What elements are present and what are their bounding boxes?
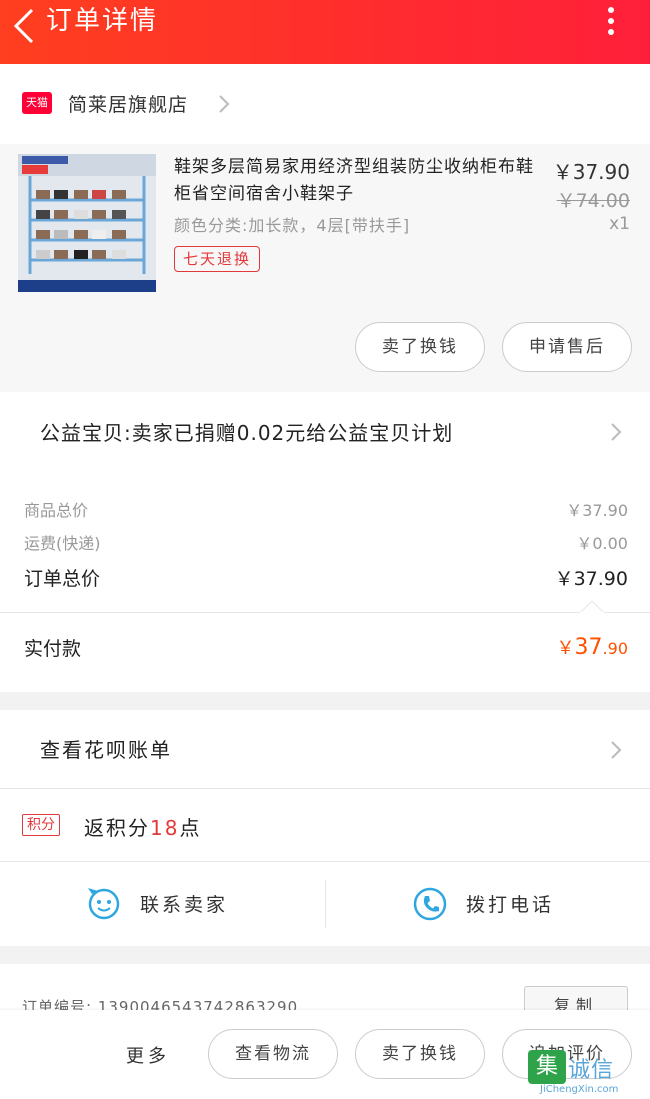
item-original-price: ￥74.00	[556, 190, 630, 212]
tmall-badge: 天猫	[22, 92, 52, 114]
more-button[interactable]: 更多	[126, 1042, 170, 1068]
return-policy-tag: 七天退换	[174, 246, 261, 272]
paid-label: 实付款	[24, 638, 82, 660]
caret-up-icon	[580, 600, 604, 613]
points-text: 返积分18点	[84, 812, 201, 841]
sell-button-bottom[interactable]: 卖了换钱	[355, 1029, 485, 1079]
shop-name[interactable]: 简莱居旗舰店	[68, 90, 188, 117]
contact-seller-button[interactable]: 联系卖家	[140, 890, 228, 917]
item-sku: 颜色分类:加长款，4层[带扶手]	[174, 216, 411, 235]
shipping-row: 运费(快递) ￥0.00	[24, 530, 628, 554]
header-bar: 订单详情	[0, 0, 650, 64]
item-quantity: x1	[609, 214, 630, 234]
back-icon[interactable]	[10, 6, 40, 46]
watermark-en: JiChengXin.com	[540, 1084, 619, 1095]
item-title[interactable]: 鞋架多层简易家用经济型组装防尘收纳柜布鞋柜省空间宿舍小鞋架子	[174, 154, 534, 208]
page-title: 订单详情	[46, 6, 159, 36]
product-thumbnail[interactable]	[18, 154, 156, 292]
call-phone-button[interactable]: 拨打电话	[466, 890, 554, 917]
charity-text: 公益宝贝:卖家已捐赠0.02元给公益宝贝计划	[40, 421, 454, 445]
order-total-label: 订单总价	[24, 568, 101, 590]
goods-total-label: 商品总价	[24, 501, 89, 520]
chevron-right-icon	[611, 741, 622, 759]
goods-total-value: ￥37.90	[566, 501, 628, 520]
watermark-cn: 诚信	[568, 1058, 615, 1083]
chat-bubble-icon[interactable]	[86, 886, 122, 922]
paid-main: 37	[574, 635, 603, 660]
item-price: ￥37.90	[552, 160, 630, 184]
view-logistics-button[interactable]: 查看物流	[208, 1029, 338, 1079]
paid-amount: ￥37.90	[557, 634, 628, 660]
points-badge: 积分	[22, 814, 60, 836]
shipping-value: ￥0.00	[576, 534, 628, 553]
watermark-logo: 集 诚信 JiChengXin.com	[528, 1050, 650, 1099]
after-sale-button[interactable]: 申请售后	[502, 322, 632, 372]
order-total-row: 订单总价 ￥37.90	[24, 564, 628, 592]
paid-row: 实付款 ￥37.90	[24, 634, 628, 666]
order-total-value: ￥37.90	[554, 568, 628, 590]
more-vertical-icon[interactable]	[606, 4, 616, 40]
points-amount: 18	[150, 816, 180, 840]
phone-icon[interactable]	[412, 886, 448, 922]
shoe-rack-image	[18, 154, 156, 292]
huabei-text: 查看花呗账单	[40, 738, 172, 762]
watermark-box: 集	[528, 1050, 566, 1084]
divider	[325, 880, 326, 928]
divider	[0, 612, 650, 613]
chevron-right-icon	[611, 423, 622, 441]
points-suffix: 点	[179, 816, 202, 840]
shipping-label: 运费(快递)	[24, 534, 101, 553]
points-prefix: 返积分	[84, 816, 150, 840]
goods-total-row: 商品总价 ￥37.90	[24, 497, 628, 521]
paid-decimal: .90	[602, 639, 628, 658]
shop-chevron-right-icon	[219, 95, 230, 113]
sell-button[interactable]: 卖了换钱	[355, 322, 485, 372]
paid-prefix: ￥	[556, 638, 575, 659]
